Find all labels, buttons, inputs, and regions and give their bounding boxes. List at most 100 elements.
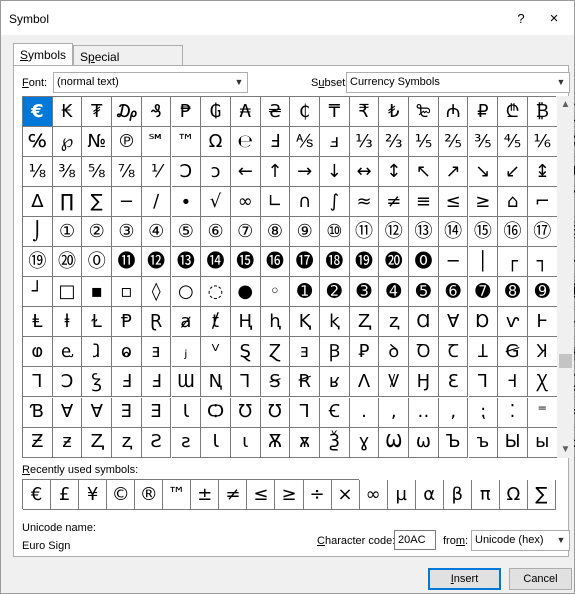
symbol-cell[interactable]: Ѯ	[320, 427, 350, 458]
symbol-cell[interactable]: ≠	[379, 187, 410, 218]
symbol-cell[interactable]: ←	[230, 157, 261, 188]
symbol-cell[interactable]: ⅎ	[320, 127, 350, 158]
symbol-cell[interactable]: ➑	[498, 277, 528, 308]
symbol-cell[interactable]: Ɑ	[409, 307, 439, 338]
symbol-cell[interactable]: ⅛	[23, 157, 53, 188]
symbol-cell[interactable]: ⓿	[409, 247, 439, 278]
recent-symbol-cell[interactable]: £	[51, 480, 80, 510]
recent-symbol-cell[interactable]: ≤	[247, 480, 276, 510]
symbol-cell[interactable]: ⅞	[112, 157, 142, 188]
symbol-grid-scrollbar[interactable]: ▲ ▼	[557, 96, 574, 458]
symbol-cell[interactable]: ⱸ	[52, 337, 83, 368]
tab-special-characters[interactable]: Special Characters	[73, 45, 183, 78]
symbol-cell[interactable]: Ⱶ	[527, 307, 558, 338]
symbol-cell[interactable]: ≡	[409, 187, 439, 218]
symbol-cell[interactable]: ₸	[320, 97, 350, 128]
recent-symbol-cell[interactable]: ±	[191, 480, 220, 510]
recent-symbol-cell[interactable]: Ω	[499, 480, 528, 510]
symbol-cell[interactable]: ◊	[141, 277, 172, 308]
symbol-cell[interactable]: ⑥	[201, 217, 231, 248]
symbol-cell[interactable]: ℘	[52, 127, 83, 158]
symbol-cell[interactable]: ➎	[409, 277, 439, 308]
symbol-cell[interactable]: Ɫ	[82, 307, 113, 338]
symbol-cell[interactable]: Ⅎ	[260, 127, 291, 158]
symbol-cell[interactable]: ∙	[171, 187, 202, 218]
symbol-cell[interactable]: Ⱡ	[23, 307, 53, 338]
symbol-cell[interactable]: ⁚	[498, 397, 528, 428]
symbol-cell[interactable]: ⁼	[527, 397, 558, 428]
symbol-cell[interactable]: ⑤	[171, 217, 202, 248]
symbol-cell[interactable]: ②	[82, 217, 113, 248]
symbol-cell[interactable]: ∑	[82, 187, 113, 218]
symbol-cell[interactable]: ∕	[141, 187, 172, 218]
symbol-cell[interactable]: ₺	[379, 97, 410, 128]
symbol-cell[interactable]: ⑲	[23, 247, 53, 278]
symbol-cell[interactable]: Ѡ	[379, 427, 410, 458]
symbol-cell[interactable]: Ꞧ	[290, 367, 320, 398]
symbol-cell[interactable]: ɣ	[349, 427, 380, 458]
symbol-cell[interactable]: ③	[112, 217, 142, 248]
symbol-cell[interactable]: ⑧	[260, 217, 291, 248]
symbol-cell[interactable]: ⱬ	[379, 307, 410, 338]
symbol-cell[interactable]: Ꞁ	[468, 367, 499, 398]
symbol-cell[interactable]: ∆	[23, 187, 53, 218]
symbol-cell[interactable]: ⅂	[230, 367, 261, 398]
symbol-cell[interactable]: ₳	[230, 97, 261, 128]
symbol-cell[interactable]: Ʊ	[230, 397, 261, 428]
symbol-cell[interactable]: ™	[171, 127, 202, 158]
symbol-cell[interactable]: −	[112, 187, 142, 218]
symbol-cell[interactable]: ⌐	[527, 187, 558, 218]
symbol-cell[interactable]: ∩	[290, 187, 320, 218]
symbol-cell[interactable]: Ⱪ	[290, 307, 320, 338]
symbol-cell[interactable]: ʁ	[320, 367, 350, 398]
symbol-cell[interactable]: ⑯	[498, 217, 528, 248]
symbol-cell[interactable]: ⓴	[379, 247, 410, 278]
symbol-cell[interactable]: ▪	[82, 277, 113, 308]
symbol-cell[interactable]: Ꞡ	[498, 337, 528, 368]
recent-symbol-cell[interactable]: µ	[387, 480, 416, 510]
symbol-cell[interactable]: Ꝟ	[379, 367, 410, 398]
symbol-cell[interactable]: Ƨ	[141, 427, 172, 458]
symbol-cell[interactable]: ⓮	[201, 247, 231, 278]
symbol-cell[interactable]: ➒	[527, 277, 558, 308]
symbol-cell[interactable]: Ⅎ	[112, 367, 142, 398]
recent-symbol-cell[interactable]: €	[23, 480, 52, 510]
symbol-cell[interactable]: ℮	[230, 127, 261, 158]
symbol-cell[interactable]: ∟	[260, 187, 291, 218]
symbol-cell[interactable]: ₻	[409, 97, 439, 128]
symbol-cell[interactable]: ➌	[349, 277, 380, 308]
recent-symbol-cell[interactable]: ©	[107, 480, 136, 510]
symbol-cell[interactable]: Ꞑ	[201, 367, 231, 398]
symbol-cell[interactable]: Ⱬ	[349, 307, 380, 338]
help-button[interactable]: ?	[508, 8, 534, 30]
symbol-cell[interactable]: ℗	[112, 127, 142, 158]
symbol-cell[interactable]: Ѫ	[260, 427, 291, 458]
recent-symbol-cell[interactable]: ≠	[219, 480, 248, 510]
symbol-cell[interactable]: ƨ	[171, 427, 202, 458]
symbol-cell[interactable]: Ǝ	[141, 397, 172, 428]
symbol-cell[interactable]: ⑫	[379, 217, 410, 248]
symbol-cell[interactable]: ⓱	[290, 247, 320, 278]
symbol-cell[interactable]: ∫	[320, 187, 350, 218]
font-select[interactable]: (normal text) ▼	[53, 72, 248, 93]
symbol-cell[interactable]: ₴	[260, 97, 291, 128]
symbol-cell[interactable]: →	[290, 157, 320, 188]
symbol-cell[interactable]: ↓	[320, 157, 350, 188]
symbol-cell[interactable]: ⱥ	[171, 307, 202, 338]
symbol-cell[interactable]: ₮	[82, 97, 113, 128]
symbol-cell[interactable]: ➐	[468, 277, 499, 308]
symbol-cell[interactable]: ➍	[379, 277, 410, 308]
symbol-cell[interactable]: ⓳	[349, 247, 380, 278]
symbol-cell[interactable]: ⅍	[290, 127, 320, 158]
symbol-cell[interactable]: ─	[438, 247, 469, 278]
symbol-cell[interactable]: Ɐ	[82, 397, 113, 428]
symbol-cell[interactable]: Ↄ	[52, 367, 83, 398]
symbol-cell[interactable]: ⑭	[438, 217, 469, 248]
symbol-cell[interactable]: ↖	[409, 157, 439, 188]
symbol-cell[interactable]: ⓬	[141, 247, 172, 278]
recent-symbol-cell[interactable]: ÷	[303, 480, 332, 510]
symbol-cell[interactable]: Ɐ	[438, 307, 469, 338]
symbol-cell[interactable]: ⁏	[468, 397, 499, 428]
from-select[interactable]: Unicode (hex) ▼	[471, 530, 570, 551]
symbol-cell[interactable]: Ⱬ	[82, 427, 113, 458]
